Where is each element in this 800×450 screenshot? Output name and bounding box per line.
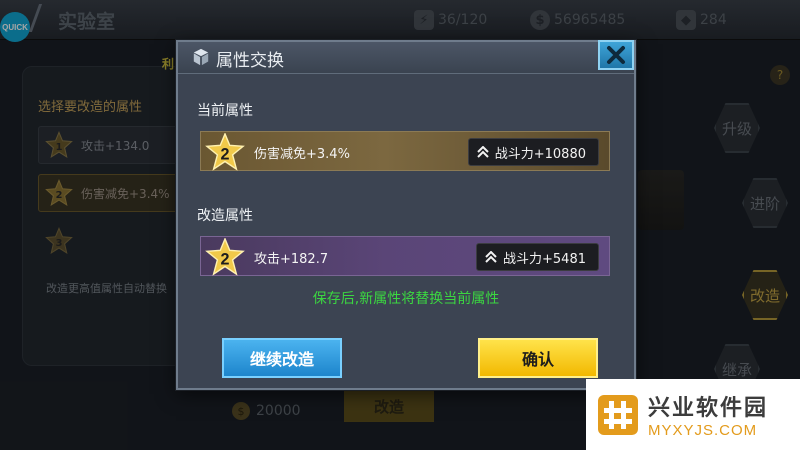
current-power-value: 战斗力+10880 <box>494 146 586 162</box>
current-attribute-label: 当前属性 <box>197 103 253 119</box>
watermark-cn: 兴业软件园 <box>648 396 769 421</box>
current-power-chip: 战斗力+10880 <box>467 138 599 166</box>
confirm-button[interactable]: 确认 <box>478 338 598 378</box>
site-watermark: 兴业软件园 MYXYJS.COM <box>586 379 800 450</box>
continue-modify-button[interactable]: 继续改造 <box>222 338 342 378</box>
dialog-title: 属性交换 <box>216 51 284 71</box>
current-attribute-bar: 2 伤害减免+3.4% 战斗力+10880 <box>200 131 610 171</box>
close-button[interactable] <box>598 40 634 70</box>
save-notice: 保存后,新属性将替换当前属性 <box>312 291 500 307</box>
current-attribute-text: 伤害减免+3.4% <box>254 147 350 162</box>
watermark-text: 兴业软件园 MYXYJS.COM <box>648 390 768 439</box>
star-rank-icon: 2 <box>205 238 245 276</box>
star-rank-icon: 2 <box>205 133 245 171</box>
watermark-en: MYXYJS.COM <box>648 422 758 439</box>
chevron-up-icon <box>477 146 489 158</box>
close-icon <box>607 46 625 64</box>
attribute-swap-dialog: 属性交换 当前属性 2 伤害减免+3.4% 战斗力+10880 改造属性 2 攻… <box>176 40 636 390</box>
chevron-up-icon <box>485 251 497 263</box>
svg-text:2: 2 <box>221 146 230 164</box>
modified-power-chip: 战斗力+5481 <box>476 243 599 271</box>
modified-attribute-bar: 2 攻击+182.7 战斗力+5481 <box>200 236 610 276</box>
cube-icon <box>193 48 209 66</box>
svg-text:2: 2 <box>221 251 230 269</box>
dialog-header: 属性交换 <box>178 40 634 74</box>
modified-attribute-text: 攻击+182.7 <box>254 252 329 267</box>
hash-logo-icon <box>598 394 638 435</box>
modified-attribute-label: 改造属性 <box>197 208 253 224</box>
modified-power-value: 战斗力+5481 <box>503 251 586 267</box>
